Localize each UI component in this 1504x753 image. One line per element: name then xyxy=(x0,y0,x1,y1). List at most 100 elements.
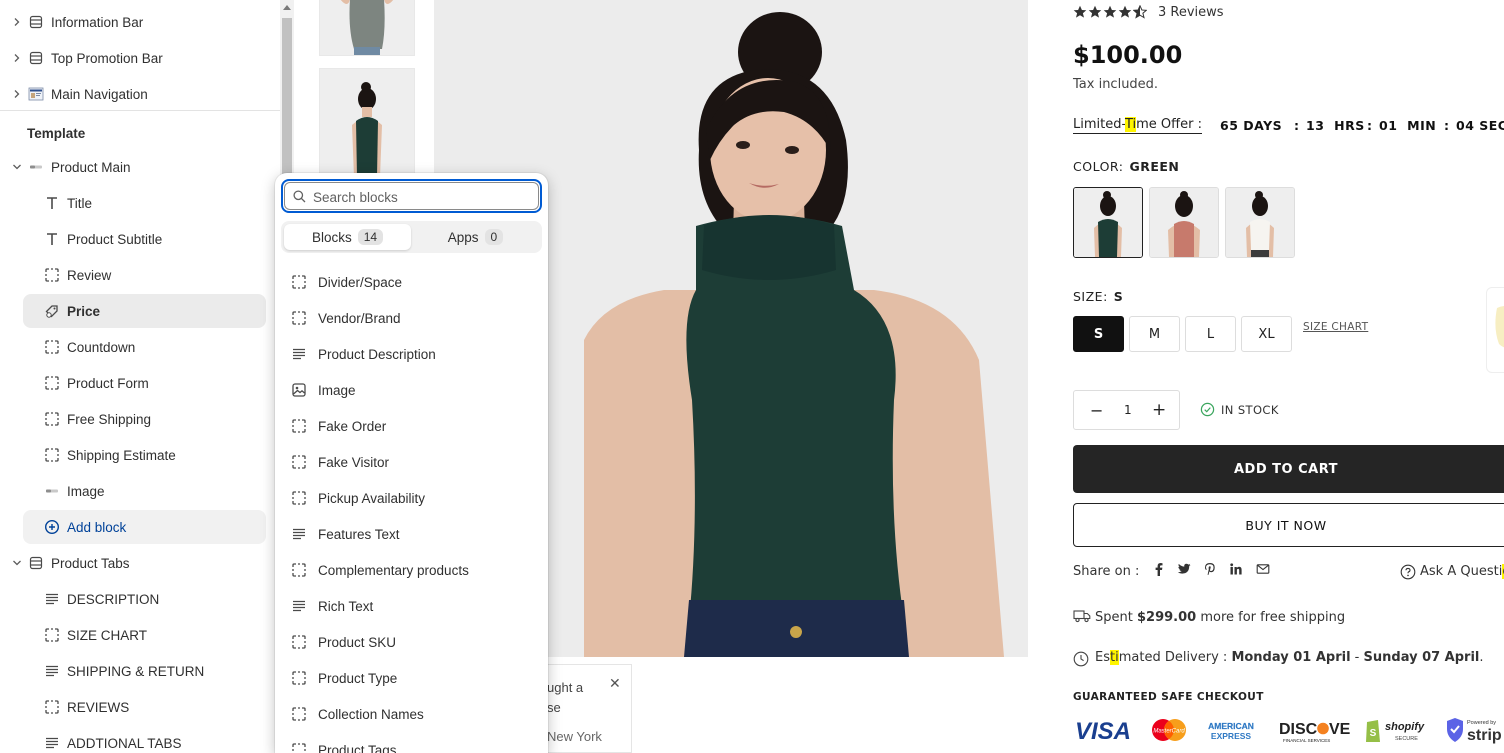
twitter-icon[interactable] xyxy=(1177,562,1191,576)
block-item-shipping-return[interactable]: SHIPPING & RETURN xyxy=(0,653,278,689)
image-thumbnail-icon xyxy=(46,489,58,493)
sidebar-item-product-main[interactable]: Product Main xyxy=(0,149,278,185)
size-button-m[interactable]: M xyxy=(1129,316,1180,352)
block-picker-tabs: Blocks 14 Apps 0 xyxy=(281,221,542,253)
size-chart-link[interactable]: SIZE CHART xyxy=(1303,321,1368,333)
block-item-shipping-estimate[interactable]: Shipping Estimate xyxy=(0,437,278,473)
white-top-swatch-image xyxy=(1226,188,1294,257)
scrollbar-thumb[interactable] xyxy=(282,18,292,178)
block-picker-popover: Blocks 14 Apps 0 Divider/Space Vendor/Br… xyxy=(275,173,548,753)
chevron-right-icon[interactable] xyxy=(12,17,22,27)
block-icon xyxy=(45,340,59,354)
tab-blocks[interactable]: Blocks 14 xyxy=(284,224,411,250)
linkedin-icon[interactable] xyxy=(1229,562,1243,576)
block-option-pickup-availability[interactable]: Pickup Availability xyxy=(275,480,548,516)
ask-question-link[interactable]: Ask A Questio xyxy=(1420,564,1504,579)
color-swatch-rose[interactable] xyxy=(1149,187,1219,258)
block-option-vendor-brand[interactable]: Vendor/Brand xyxy=(275,300,548,336)
block-icon xyxy=(292,275,306,289)
block-option-label: Features Text xyxy=(318,526,400,542)
block-item-size-chart[interactable]: SIZE CHART xyxy=(0,617,278,653)
star-filled-icon xyxy=(1088,5,1102,18)
sidebar-item-label: Top Promotion Bar xyxy=(51,50,163,66)
facebook-icon[interactable] xyxy=(1152,562,1166,576)
search-input[interactable] xyxy=(313,187,533,207)
block-option-features-text[interactable]: Features Text xyxy=(275,516,548,552)
fake-order-location: New York xyxy=(547,729,602,744)
size-button-s[interactable]: S xyxy=(1073,316,1124,352)
tab-count-badge: 0 xyxy=(484,229,504,245)
block-item-reviews[interactable]: REVIEWS xyxy=(0,689,278,725)
section-icon xyxy=(29,556,43,570)
tab-apps[interactable]: Apps 0 xyxy=(412,224,539,250)
block-option-product-sku[interactable]: Product SKU xyxy=(275,624,548,660)
chevron-down-icon[interactable] xyxy=(12,162,22,172)
countdown-minutes: 01 MIN xyxy=(1379,118,1437,133)
block-item-countdown[interactable]: Countdown xyxy=(0,329,278,365)
block-option-rich-text[interactable]: Rich Text xyxy=(275,588,548,624)
increase-quantity-button[interactable]: + xyxy=(1152,400,1166,420)
color-swatch-green[interactable] xyxy=(1073,187,1143,258)
block-option-product-type[interactable]: Product Type xyxy=(275,660,548,696)
scroll-up-arrow-icon[interactable] xyxy=(283,5,291,10)
countdown-separator: : xyxy=(1444,118,1450,133)
block-option-fake-visitor[interactable]: Fake Visitor xyxy=(275,444,548,480)
decrease-quantity-button[interactable]: − xyxy=(1090,401,1103,420)
size-button-xl[interactable]: XL xyxy=(1241,316,1292,352)
block-item-description[interactable]: DESCRIPTION xyxy=(0,581,278,617)
chevron-right-icon[interactable] xyxy=(12,53,22,63)
guaranteed-checkout-title: GUARANTEED SAFE CHECKOUT xyxy=(1073,691,1264,703)
search-field[interactable] xyxy=(281,179,542,213)
block-item-free-shipping[interactable]: Free Shipping xyxy=(0,401,278,437)
block-item-image[interactable]: Image xyxy=(0,473,278,509)
reviews-link[interactable]: 3 Reviews xyxy=(1158,5,1224,20)
block-item-additional-tabs[interactable]: ADDTIONAL TABS xyxy=(0,725,278,753)
buy-it-now-button[interactable]: BUY IT NOW xyxy=(1073,503,1504,547)
color-swatch-white[interactable] xyxy=(1225,187,1295,258)
block-item-label: Countdown xyxy=(67,339,136,355)
product-thumbnail[interactable] xyxy=(319,68,415,178)
product-thumbnail[interactable] xyxy=(319,0,415,56)
svg-text:VISA: VISA xyxy=(1075,718,1131,744)
block-option-fake-order[interactable]: Fake Order xyxy=(275,408,548,444)
block-item-label: Price xyxy=(67,303,101,319)
text-icon xyxy=(47,233,57,245)
email-icon[interactable] xyxy=(1256,562,1270,576)
share-label: Share on : xyxy=(1073,564,1140,579)
block-option-divider-space[interactable]: Divider/Space xyxy=(275,264,548,300)
truck-icon xyxy=(1073,610,1091,623)
block-item-label: Review xyxy=(67,267,112,283)
sidebar-item-information-bar[interactable]: Information Bar xyxy=(0,4,278,40)
block-item-review[interactable]: Review xyxy=(0,257,278,293)
sidebar-divider xyxy=(0,110,280,111)
svg-text:VER: VER xyxy=(1329,721,1351,738)
block-item-price[interactable]: Price xyxy=(0,293,278,329)
block-option-collection-names[interactable]: Collection Names xyxy=(275,696,548,732)
countdown-separator: : xyxy=(1294,118,1300,133)
add-block-button[interactable]: Add block xyxy=(0,509,278,545)
free-shipping-message: Spent $299.00 more for free shipping xyxy=(1095,610,1346,625)
text-icon xyxy=(47,197,57,209)
question-circle-icon[interactable] xyxy=(1400,564,1416,580)
block-item-product-subtitle[interactable]: Product Subtitle xyxy=(0,221,278,257)
chevron-down-icon[interactable] xyxy=(12,558,22,568)
sidebar-item-top-promotion-bar[interactable]: Top Promotion Bar xyxy=(0,40,278,76)
recently-viewed-peek[interactable] xyxy=(1486,287,1504,373)
paragraph-icon xyxy=(293,600,305,612)
pinterest-icon[interactable] xyxy=(1203,562,1217,576)
sidebar-item-product-tabs[interactable]: Product Tabs xyxy=(0,545,278,581)
block-option-product-tags[interactable]: Product Tags xyxy=(275,732,548,753)
block-option-image[interactable]: Image xyxy=(275,372,548,408)
block-option-complementary-products[interactable]: Complementary products xyxy=(275,552,548,588)
chevron-right-icon[interactable] xyxy=(12,89,22,99)
size-button-l[interactable]: L xyxy=(1185,316,1236,352)
block-option-product-description[interactable]: Product Description xyxy=(275,336,548,372)
add-to-cart-button[interactable]: ADD TO CART xyxy=(1073,445,1504,493)
tab-count-badge: 14 xyxy=(357,229,384,245)
product-info: 3 Reviews $100.00 Tax included. Limited-… xyxy=(1073,0,1504,753)
close-icon[interactable]: ✕ xyxy=(609,675,621,692)
sidebar-item-main-navigation[interactable]: Main Navigation xyxy=(0,76,278,112)
block-item-product-form[interactable]: Product Form xyxy=(0,365,278,401)
block-item-title[interactable]: Title xyxy=(0,185,278,221)
quantity-value[interactable]: 1 xyxy=(1124,403,1132,417)
